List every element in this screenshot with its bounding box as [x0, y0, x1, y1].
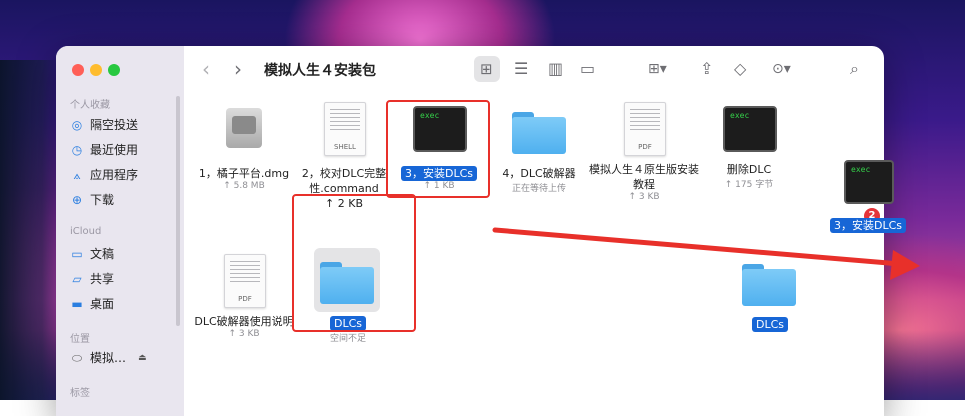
annotation-arrow	[492, 227, 920, 280]
